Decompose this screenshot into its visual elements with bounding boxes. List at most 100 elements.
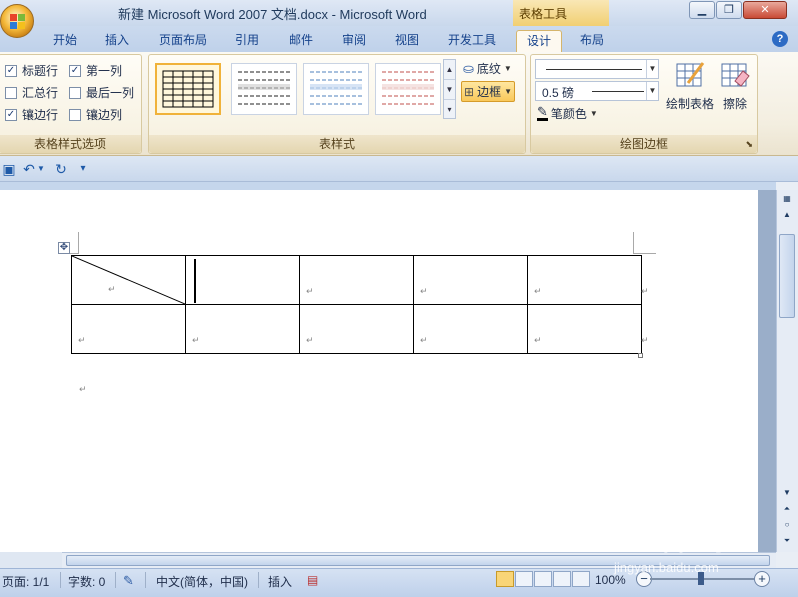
tab-view[interactable]: 视图 <box>386 30 428 52</box>
chevron-down-icon[interactable]: ▼ <box>590 109 598 118</box>
tab-home[interactable]: 开始 <box>44 30 86 52</box>
save-icon[interactable]: ▣ <box>0 160 18 178</box>
close-button[interactable]: ✕ <box>743 1 787 19</box>
ruler <box>0 182 776 190</box>
border-grid-icon: ⊞ <box>464 84 475 99</box>
row-end-mark-icon: ↵ <box>641 335 649 345</box>
line-style-select[interactable]: ▼ <box>535 59 659 79</box>
checkbox-icon: ✓ <box>69 64 81 77</box>
table-cell[interactable]: ↵ <box>185 304 300 354</box>
header-row-checkbox[interactable]: ✓ 标题行 <box>5 62 58 79</box>
maximize-button[interactable]: ❐ <box>716 1 742 19</box>
divider <box>60 572 61 588</box>
chevron-down-icon[interactable]: ▼ <box>646 82 658 100</box>
vertical-scrollbar[interactable]: ▦ ▲ ▼ ⏶ ○ ⏷ <box>776 190 798 552</box>
chevron-down-icon[interactable]: ▼ <box>646 60 658 78</box>
zoom-in-icon[interactable]: + <box>754 571 770 587</box>
banded-columns-checkbox[interactable]: 镶边列 <box>69 106 122 123</box>
draw-table-button[interactable]: 绘制表格 <box>661 59 719 112</box>
text-cursor <box>194 259 196 303</box>
table-move-handle-icon[interactable]: ✥ <box>58 242 70 254</box>
table-resize-handle-icon[interactable] <box>638 353 643 358</box>
crop-mark <box>78 232 79 254</box>
table-cell[interactable]: ↵ <box>299 304 414 354</box>
shading-label: 底纹 <box>476 62 501 76</box>
next-page-icon[interactable]: ⏷ <box>779 534 795 548</box>
help-icon[interactable]: ? <box>772 31 788 47</box>
tab-design[interactable]: 设计 <box>516 30 562 52</box>
previous-page-icon[interactable]: ⏶ <box>779 502 795 516</box>
tab-layout[interactable]: 布局 <box>570 30 614 52</box>
tab-insert[interactable]: 插入 <box>96 30 138 52</box>
table-style-grey[interactable] <box>231 63 297 115</box>
word-count[interactable]: 字数: 0 <box>68 573 105 590</box>
shading-button[interactable]: ⛀ 底纹 ▼ <box>463 60 512 77</box>
table-cell[interactable]: ↵ <box>71 304 186 354</box>
print-layout-view-icon[interactable] <box>496 571 514 587</box>
paragraph-mark-icon: ↵ <box>108 284 116 294</box>
table-style-grid[interactable] <box>155 63 221 115</box>
customize-toolbar-icon[interactable]: ▾ <box>74 160 92 178</box>
scroll-up-icon[interactable]: ▲ <box>444 60 455 80</box>
tab-developer[interactable]: 开发工具 <box>440 30 504 52</box>
total-row-checkbox[interactable]: 汇总行 <box>5 84 58 101</box>
baidu-watermark: Bai百经验 <box>614 527 739 557</box>
pen-color-button[interactable]: ✎ 笔颜色 ▼ <box>537 105 598 122</box>
table-cell[interactable]: ↵ <box>527 255 642 305</box>
web-layout-view-icon[interactable] <box>534 571 552 587</box>
more-icon[interactable]: ▾ <box>444 100 455 120</box>
table-style-red[interactable] <box>375 63 441 115</box>
eraser-label: 擦除 <box>722 97 747 111</box>
redo-icon[interactable]: ↻ <box>52 160 70 178</box>
macro-record-icon[interactable]: ▤ <box>307 573 318 587</box>
scroll-down-icon[interactable]: ▼ <box>779 486 795 500</box>
browse-object-icon[interactable]: ○ <box>779 518 795 532</box>
full-screen-reading-view-icon[interactable] <box>515 571 533 587</box>
table-cell[interactable]: ↵ <box>413 304 528 354</box>
checkbox-label: 最后一列 <box>86 86 135 100</box>
page-count[interactable]: 页面: 1/1 <box>2 573 49 590</box>
group-label: 绘图边框 ⬊ <box>531 135 757 153</box>
chevron-down-icon[interactable]: ▼ <box>504 64 512 73</box>
table-style-blue[interactable] <box>303 63 369 115</box>
tab-page-layout[interactable]: 页面布局 <box>150 30 216 52</box>
styles-gallery-scroll[interactable]: ▲ ▼ ▾ <box>443 59 456 119</box>
group-label: 表格样式选项 <box>0 135 141 153</box>
paragraph-mark-icon: ↵ <box>420 286 428 296</box>
insert-mode[interactable]: 插入 <box>268 573 292 590</box>
scroll-thumb[interactable] <box>779 234 795 318</box>
draft-view-icon[interactable] <box>572 571 590 587</box>
first-column-checkbox[interactable]: ✓ 第一列 <box>69 62 122 79</box>
scroll-up-icon[interactable]: ▲ <box>779 208 795 222</box>
undo-dropdown-icon[interactable]: ▼ <box>36 160 46 178</box>
table-cell[interactable]: ↵ <box>413 255 528 305</box>
eraser-button[interactable]: 擦除 <box>717 59 753 112</box>
banded-rows-checkbox[interactable]: ✓ 镶边行 <box>5 106 58 123</box>
outline-view-icon[interactable] <box>553 571 571 587</box>
tab-review[interactable]: 审阅 <box>333 30 375 52</box>
office-button[interactable] <box>0 4 34 38</box>
table-cell-diagonal[interactable]: ↵ <box>71 255 186 305</box>
dialog-launcher-icon[interactable]: ⬊ <box>745 135 753 153</box>
scroll-down-icon[interactable]: ▼ <box>444 80 455 100</box>
chevron-down-icon[interactable]: ▼ <box>504 87 512 96</box>
crop-mark <box>633 232 634 254</box>
ruler-toggle-icon[interactable]: ▦ <box>779 192 795 206</box>
table-cell[interactable]: ↵ <box>527 304 642 354</box>
language[interactable]: 中文(简体，中国) <box>156 573 248 590</box>
zoom-level[interactable]: 100% <box>595 573 626 587</box>
page[interactable]: ✥ ↵ ↵ ↵ ↵ ↵ ↵ ↵ ↵ ↵ ↵ ↵ ↵ <box>0 190 758 552</box>
proofing-icon[interactable]: ✎ <box>123 573 134 589</box>
checkbox-label: 第一列 <box>86 64 123 78</box>
table-cell[interactable] <box>185 255 300 305</box>
tab-references[interactable]: 引用 <box>226 30 268 52</box>
minimize-button[interactable]: ▁ <box>689 1 715 19</box>
checkbox-icon: ✓ <box>5 64 17 77</box>
tab-mailings[interactable]: 邮件 <box>280 30 322 52</box>
borders-button[interactable]: ⊞ 边框 ▼ <box>461 81 515 102</box>
table-cell[interactable]: ↵ <box>299 255 414 305</box>
document-table: ↵ ↵ ↵ ↵ ↵ ↵ ↵ ↵ ↵ <box>71 255 642 354</box>
pen-color-label: 笔颜色 <box>550 107 587 121</box>
last-column-checkbox[interactable]: 最后一列 <box>69 84 134 101</box>
line-weight-select[interactable]: 0.5 磅 ▼ <box>535 81 659 101</box>
